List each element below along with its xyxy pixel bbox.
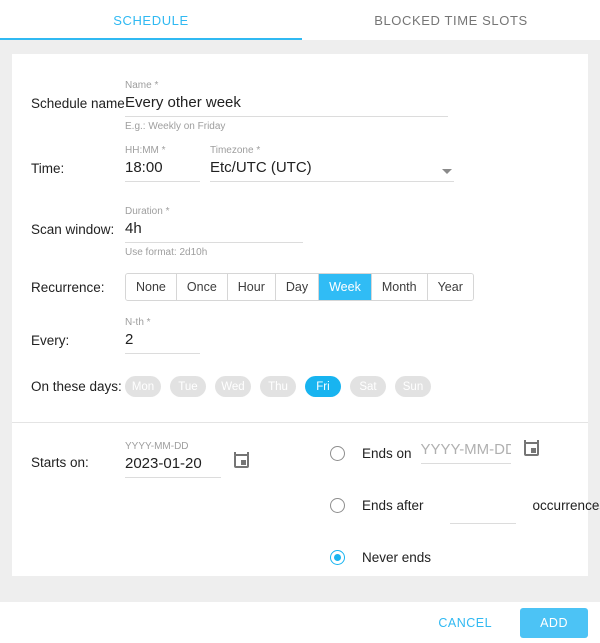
- duration-field: Duration * 4h Use format: 2d10h: [125, 206, 303, 259]
- duration-hint: Use format: 2d10h: [125, 247, 208, 258]
- scan-window-row: Scan window: Duration * 4h Use format: 2…: [12, 182, 588, 259]
- time-hhmm-field: HH:MM * 18:00: [125, 145, 200, 182]
- tab-bar: SCHEDULE BLOCKED TIME SLOTS: [0, 0, 600, 40]
- starts-on-input[interactable]: 2023-01-20: [125, 453, 221, 478]
- recurrence-segmented-control: None Once Hour Day Week Month Year: [125, 273, 474, 301]
- ends-on-row: Ends on YYYY-MM-DD: [315, 439, 600, 491]
- radio-never-ends[interactable]: [330, 550, 345, 565]
- tab-blocked-time-slots-label: BLOCKED TIME SLOTS: [374, 12, 528, 28]
- radio-ends-after[interactable]: [330, 498, 345, 513]
- every-row: Every: N-th * 2: [12, 301, 588, 354]
- schedule-range-section: Starts on: YYYY-MM-DD 2023-01-20 Ends on…: [12, 423, 600, 597]
- schedule-name-hint: E.g.: Weekly on Friday: [125, 121, 226, 132]
- cancel-button[interactable]: CANCEL: [424, 608, 506, 638]
- day-chip-mon[interactable]: Mon: [125, 376, 161, 397]
- starts-on-row: Starts on: YYYY-MM-DD 2023-01-20: [12, 441, 307, 478]
- dialog-footer: CANCEL ADD: [0, 602, 600, 643]
- days-row: On these days: Mon Tue Wed Thu Fri Sat S…: [12, 354, 588, 397]
- never-ends-row: Never ends: [315, 543, 600, 595]
- ends-after-row: Ends after occurrences: [315, 491, 600, 543]
- recurrence-option-none[interactable]: None: [126, 274, 177, 300]
- schedule-name-input[interactable]: Every other week: [125, 92, 448, 117]
- schedule-name-row: Schedule name Name * Every other week E.…: [12, 54, 588, 133]
- ends-on-label: Ends on: [362, 446, 412, 461]
- nth-field: N-th * 2: [125, 317, 200, 354]
- ends-on-date-field: YYYY-MM-DD: [420, 439, 511, 464]
- recurrence-option-week[interactable]: Week: [319, 274, 372, 300]
- schedule-name-field: Name * Every other week E.g.: Weekly on …: [125, 80, 448, 133]
- time-row: Time: HH:MM * 18:00 Timezone * Etc/UTC (…: [12, 133, 588, 182]
- time-hhmm-input[interactable]: 18:00: [125, 157, 200, 182]
- day-chip-tue[interactable]: Tue: [170, 376, 206, 397]
- calendar-icon-starts-on[interactable]: [234, 452, 249, 468]
- starts-on-field: YYYY-MM-DD 2023-01-20: [125, 441, 221, 478]
- recurrence-option-hour[interactable]: Hour: [227, 274, 276, 300]
- radio-ends-on[interactable]: [330, 446, 345, 461]
- day-chip-sat[interactable]: Sat: [350, 376, 386, 397]
- tab-schedule-label: SCHEDULE: [113, 12, 189, 28]
- ends-after-label: Ends after: [362, 498, 424, 513]
- scan-window-row-label: Scan window:: [31, 222, 115, 237]
- recurrence-row-label: Recurrence:: [31, 279, 105, 295]
- starts-on-panel: Starts on: YYYY-MM-DD 2023-01-20: [12, 423, 307, 597]
- schedule-name-row-label: Schedule name: [31, 96, 125, 111]
- ends-after-count-field: [449, 491, 516, 524]
- add-button[interactable]: ADD: [520, 607, 588, 638]
- duration-label: Duration *: [125, 206, 170, 217]
- nth-input[interactable]: 2: [125, 329, 200, 354]
- time-hhmm-label: HH:MM *: [125, 145, 166, 156]
- recurrence-option-month[interactable]: Month: [371, 274, 428, 300]
- chevron-down-icon[interactable]: [442, 169, 452, 174]
- day-chip-fri[interactable]: Fri: [305, 376, 341, 397]
- day-chip-wed[interactable]: Wed: [215, 376, 251, 397]
- recurrence-option-year[interactable]: Year: [427, 274, 473, 300]
- days-row-label: On these days:: [31, 379, 122, 394]
- time-row-label: Time:: [31, 161, 65, 176]
- tab-schedule[interactable]: SCHEDULE: [0, 0, 302, 40]
- recurrence-option-once[interactable]: Once: [176, 274, 228, 300]
- ends-after-count-input[interactable]: [449, 503, 516, 524]
- schedule-name-label: Name *: [125, 80, 159, 91]
- day-chip-group: Mon Tue Wed Thu Fri Sat Sun: [125, 376, 431, 397]
- timezone-select[interactable]: Etc/UTC (UTC): [210, 157, 454, 182]
- timezone-field: Timezone * Etc/UTC (UTC): [210, 145, 454, 182]
- starts-on-row-label: Starts on:: [31, 455, 89, 470]
- duration-input[interactable]: 4h: [125, 218, 303, 243]
- every-row-label: Every:: [31, 333, 70, 348]
- ends-on-date-input[interactable]: YYYY-MM-DD: [420, 439, 511, 464]
- day-chip-thu[interactable]: Thu: [260, 376, 296, 397]
- never-ends-label: Never ends: [362, 550, 432, 565]
- tab-blocked-time-slots[interactable]: BLOCKED TIME SLOTS: [302, 0, 600, 40]
- timezone-label: Timezone *: [210, 145, 261, 156]
- calendar-icon-ends-on[interactable]: [523, 440, 539, 456]
- starts-on-label: YYYY-MM-DD: [125, 441, 189, 452]
- nth-label: N-th *: [125, 317, 151, 328]
- recurrence-option-day[interactable]: Day: [275, 274, 320, 300]
- day-chip-sun[interactable]: Sun: [395, 376, 431, 397]
- recurrence-row: Recurrence: None Once Hour Day Week Mont…: [12, 259, 588, 301]
- occurrences-label: occurrences: [532, 498, 600, 513]
- schedule-form-card: Schedule name Name * Every other week E.…: [12, 54, 600, 576]
- ends-options-panel: Ends on YYYY-MM-DD Ends after occurrence…: [307, 423, 600, 597]
